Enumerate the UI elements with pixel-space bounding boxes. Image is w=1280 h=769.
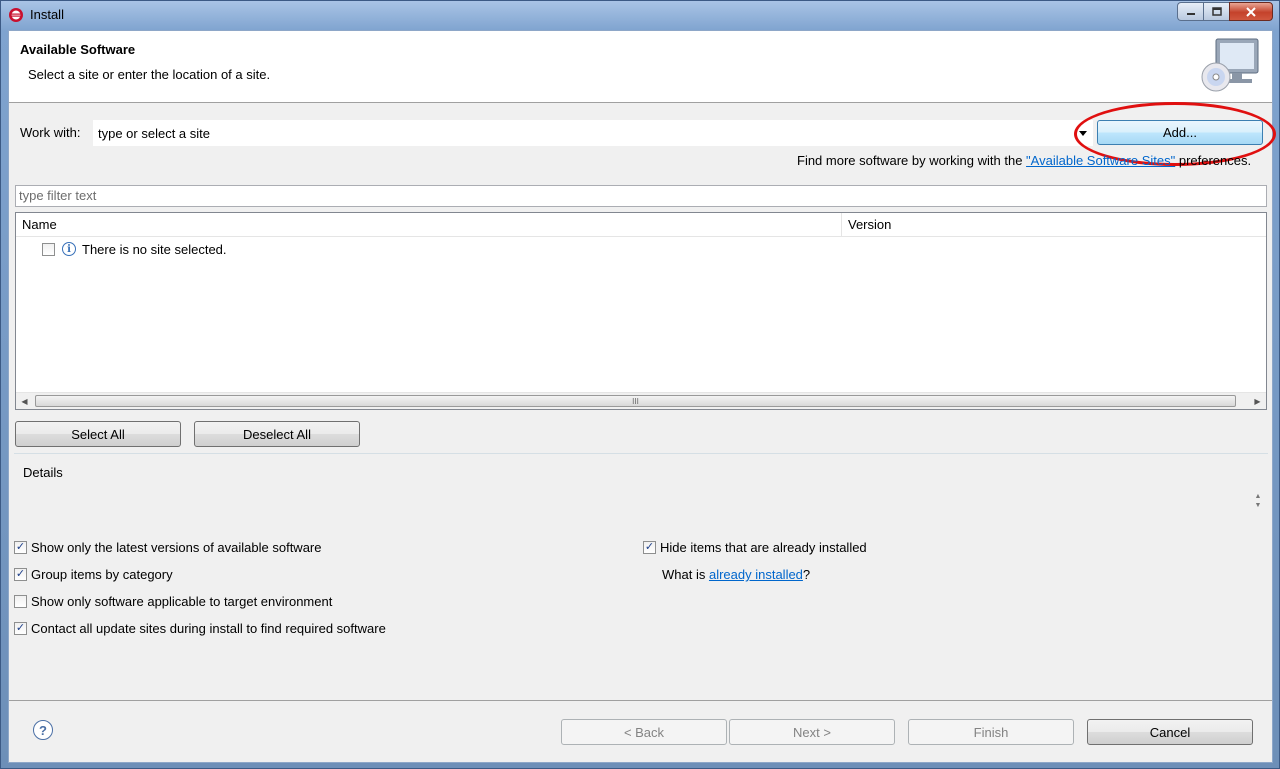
option-contact-sites[interactable]: ✓ Contact all update sites during instal… <box>14 621 386 636</box>
details-scroll-icon[interactable]: ▲ ▼ <box>1253 492 1263 512</box>
finish-button[interactable]: Finish <box>908 719 1074 745</box>
close-button[interactable] <box>1229 2 1273 21</box>
maximize-icon <box>1211 7 1222 16</box>
cancel-button[interactable]: Cancel <box>1087 719 1253 745</box>
install-window: Install Available Software Select a site… <box>0 0 1280 769</box>
option-group-by-category[interactable]: ✓ Group items by category <box>14 567 173 582</box>
group-by-category-label: Group items by category <box>31 567 173 582</box>
details-label: Details <box>23 465 63 480</box>
work-with-combo[interactable]: type or select a site <box>93 120 1093 146</box>
latest-versions-label: Show only the latest versions of availab… <box>31 540 322 555</box>
info-icon: i <box>62 242 76 256</box>
page-title: Available Software <box>20 42 136 57</box>
option-hide-installed[interactable]: ✓ Hide items that are already installed <box>643 540 867 555</box>
table-row: i There is no site selected. <box>42 240 227 258</box>
help-icon[interactable]: ? <box>33 720 53 740</box>
page-description: Select a site or enter the location of a… <box>28 67 271 82</box>
scroll-thumb[interactable]: III <box>35 395 1236 407</box>
hide-installed-label: Hide items that are already installed <box>660 540 867 555</box>
close-icon <box>1246 6 1256 17</box>
dropdown-arrow-icon[interactable] <box>1074 121 1092 145</box>
more-software-suffix: preferences. <box>1175 153 1252 168</box>
hide-installed-checkbox[interactable]: ✓ <box>643 541 656 554</box>
what-is-installed-text: What is already installed? <box>662 567 810 582</box>
row-checkbox[interactable] <box>42 242 55 256</box>
footer-separator <box>9 700 1272 701</box>
column-header-version[interactable]: Version <box>842 213 1266 237</box>
add-site-button[interactable]: Add... <box>1097 120 1263 145</box>
contact-sites-checkbox[interactable]: ✓ <box>14 622 27 635</box>
back-button[interactable]: < Back <box>561 719 727 745</box>
deselect-all-button[interactable]: Deselect All <box>194 421 360 447</box>
target-environment-label: Show only software applicable to target … <box>31 594 333 609</box>
select-all-button[interactable]: Select All <box>15 421 181 447</box>
window-title: Install <box>30 7 64 22</box>
option-latest-versions[interactable]: ✓ Show only the latest versions of avail… <box>14 540 322 555</box>
available-software-sites-link[interactable]: "Available Software Sites" <box>1026 153 1175 168</box>
row-name: There is no site selected. <box>82 241 227 257</box>
what-is-prefix: What is <box>662 567 709 582</box>
title-bar: Install <box>1 1 1279 29</box>
column-header-name[interactable]: Name <box>16 213 842 237</box>
what-is-suffix: ? <box>802 567 811 582</box>
software-table: Name Version i There is no site selected… <box>15 212 1267 410</box>
group-by-category-checkbox[interactable]: ✓ <box>14 568 27 581</box>
window-controls <box>1177 2 1273 21</box>
scroll-right-icon[interactable]: ▶ <box>1249 393 1266 409</box>
table-header: Name Version <box>16 213 1266 237</box>
option-target-environment[interactable]: Show only software applicable to target … <box>14 594 332 609</box>
title-banner: Available Software Select a site or ente… <box>9 31 1272 103</box>
work-with-value: type or select a site <box>98 125 210 141</box>
scroll-grip: III <box>632 396 639 406</box>
target-environment-checkbox[interactable] <box>14 595 27 608</box>
details-text-area[interactable]: ▲ ▼ <box>15 474 1267 530</box>
work-with-label: Work with: <box>20 125 81 140</box>
latest-versions-checkbox[interactable]: ✓ <box>14 541 27 554</box>
scroll-left-icon[interactable]: ◀ <box>16 393 33 409</box>
filter-input[interactable]: type filter text <box>15 185 1267 207</box>
horizontal-scrollbar[interactable]: ◀ III ▶ <box>16 392 1266 409</box>
more-software-text: Find more software by working with the "… <box>797 153 1251 168</box>
minimize-icon <box>1186 12 1195 15</box>
next-button[interactable]: Next > <box>729 719 895 745</box>
eclipse-app-icon <box>9 8 23 22</box>
minimize-button[interactable] <box>1177 2 1203 21</box>
already-installed-link[interactable]: already installed <box>709 567 803 582</box>
computer-cd-icon <box>1201 38 1259 92</box>
contact-sites-label: Contact all update sites during install … <box>31 621 386 636</box>
more-software-prefix: Find more software by working with the <box>797 153 1027 168</box>
dialog-content: Available Software Select a site or ente… <box>8 30 1276 763</box>
maximize-button[interactable] <box>1203 2 1229 21</box>
